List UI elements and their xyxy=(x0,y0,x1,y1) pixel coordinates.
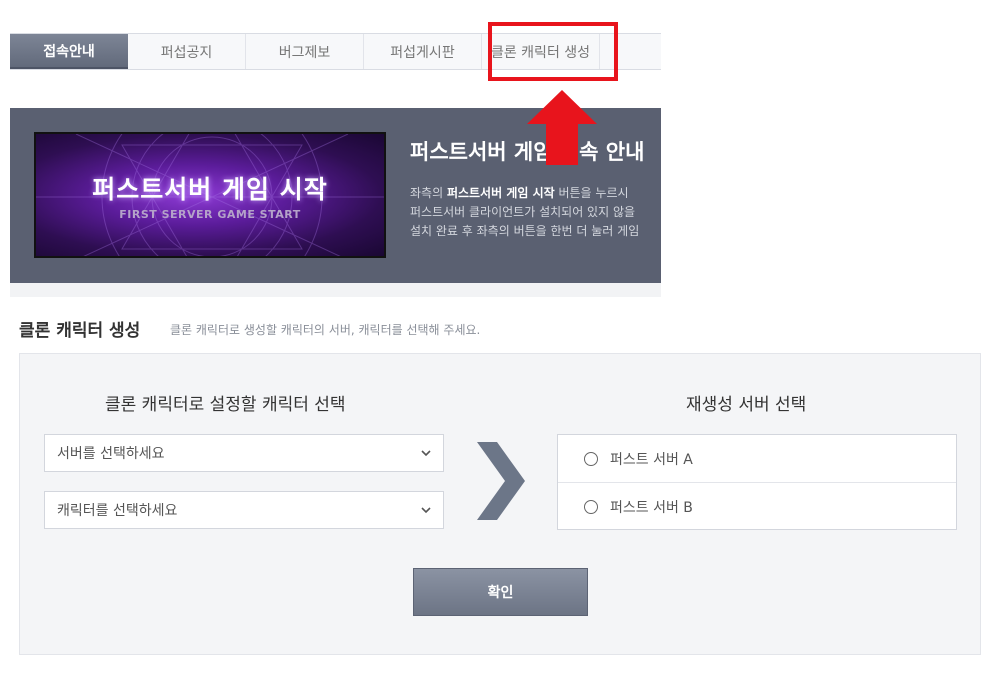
banner-bottom-strip xyxy=(10,283,661,297)
desc-prefix: 좌측의 xyxy=(410,186,447,200)
chevron-right-icon xyxy=(477,442,525,520)
tab-server-notice[interactable]: 퍼섭공지 xyxy=(128,34,246,69)
banner-desc-line1: 좌측의 퍼스트서버 게임 시작 버튼을 누르시 xyxy=(410,184,639,203)
server-option-list: 퍼스트 서버 A 퍼스트 서버 B xyxy=(557,434,957,530)
banner-description: 좌측의 퍼스트서버 게임 시작 버튼을 누르시 퍼스트서버 클라이언트가 설치되… xyxy=(410,184,639,241)
server-option-a[interactable]: 퍼스트 서버 A xyxy=(558,435,956,482)
radio-button[interactable] xyxy=(584,451,598,466)
server-select[interactable]: 서버를 선택하세요 xyxy=(44,434,444,472)
tab-bug-report[interactable]: 버그제보 xyxy=(246,34,364,69)
tab-server-board[interactable]: 퍼섭게시판 xyxy=(364,34,482,69)
game-start-button[interactable]: 퍼스트서버 게임 시작 FIRST SERVER GAME START xyxy=(34,132,386,258)
section-title: 클론 캐릭터 생성 xyxy=(19,321,141,341)
character-select-value: 캐릭터를 선택하세요 xyxy=(57,503,178,519)
server-select-value: 서버를 선택하세요 xyxy=(57,446,165,462)
server-select-heading: 재생성 서버 선택 xyxy=(686,395,807,415)
character-select[interactable]: 캐릭터를 선택하세요 xyxy=(44,491,444,529)
desc-suffix: 버튼을 누르시 xyxy=(554,186,629,200)
red-up-arrow-icon xyxy=(527,90,597,165)
banner-desc-line2: 퍼스트서버 클라이언트가 설치되어 있지 않을 xyxy=(410,205,636,219)
confirm-button[interactable]: 확인 xyxy=(413,568,588,616)
chevron-down-icon xyxy=(421,450,431,457)
desc-bold: 퍼스트서버 게임 시작 xyxy=(446,186,555,200)
banner-desc-line3: 설치 완료 후 좌측의 버튼을 한번 더 눌러 게임 xyxy=(410,224,640,238)
radio-button[interactable] xyxy=(584,499,598,514)
clone-character-panel: 클론 캐릭터로 설정할 캐릭터 선택 재생성 서버 선택 서버를 선택하세요 캐… xyxy=(19,353,981,655)
tab-bar: 접속안내 퍼섭공지 버그제보 퍼섭게시판 클론 캐릭터 생성 xyxy=(10,33,661,70)
server-option-b[interactable]: 퍼스트 서버 B xyxy=(558,482,956,530)
tab-clone-character[interactable]: 클론 캐릭터 생성 xyxy=(482,34,600,69)
tab-connection-guide[interactable]: 접속안내 xyxy=(10,34,128,69)
character-select-heading: 클론 캐릭터로 설정할 캐릭터 선택 xyxy=(105,395,346,415)
game-start-title: 퍼스트서버 게임 시작 xyxy=(92,175,328,204)
section-subtitle: 클론 캐릭터로 생성할 캐릭터의 서버, 캐릭터를 선택해 주세요. xyxy=(170,323,481,337)
chevron-down-icon xyxy=(421,507,431,514)
game-start-subtitle: FIRST SERVER GAME START xyxy=(119,208,301,221)
server-option-label: 퍼스트 서버 B xyxy=(610,499,693,516)
server-option-label: 퍼스트 서버 A xyxy=(610,451,693,468)
